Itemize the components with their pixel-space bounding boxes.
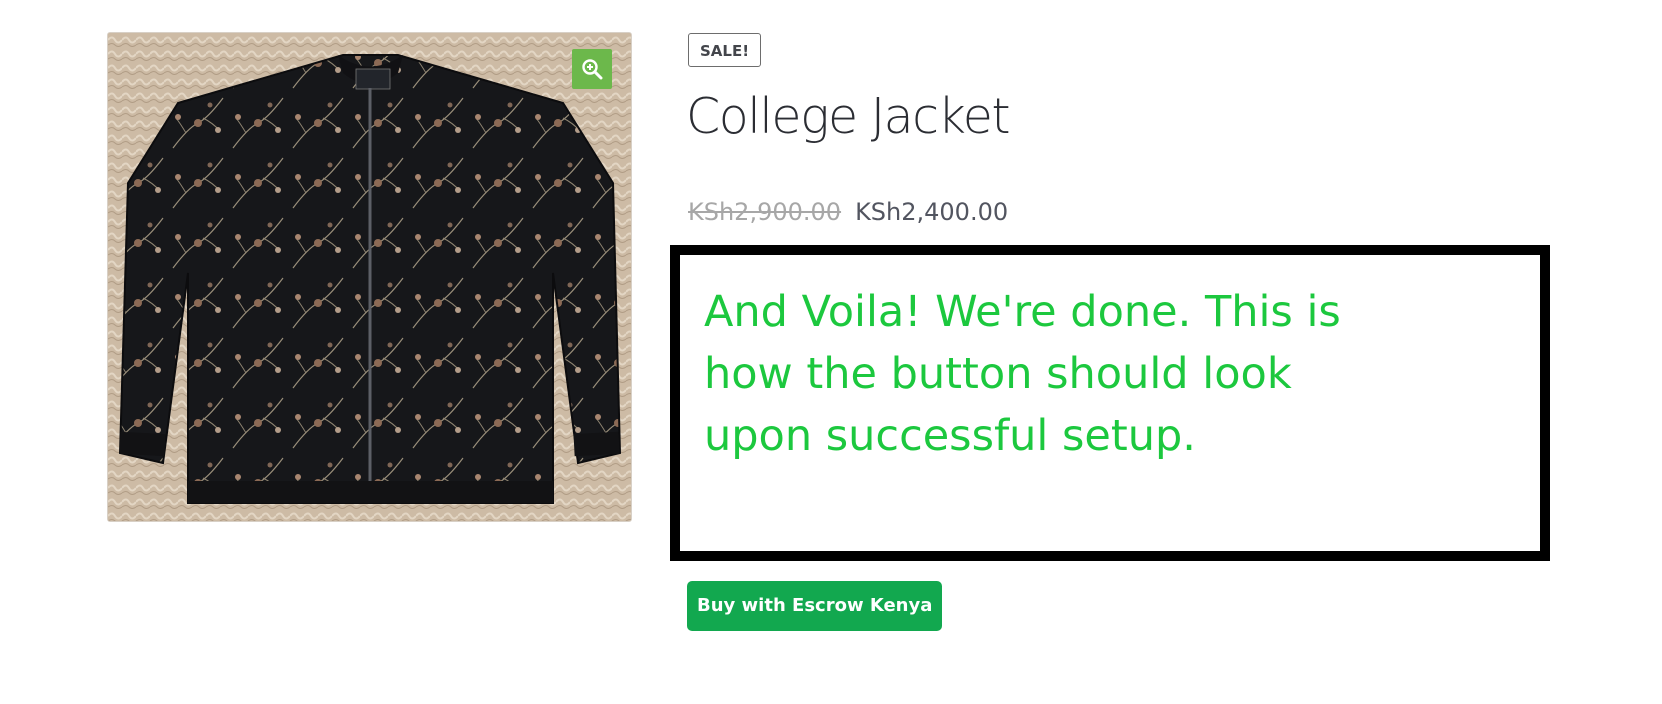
- annotation-box: And Voila! We're done. This is how the b…: [670, 245, 1550, 561]
- zoom-button[interactable]: [572, 49, 612, 89]
- zoom-in-icon: [582, 59, 603, 80]
- jacket-photo: [108, 33, 631, 521]
- sale-badge: SALE!: [688, 33, 762, 67]
- annotation-text: And Voila! We're done. This is how the b…: [704, 287, 1341, 461]
- product-page: SALE! College Jacket KSh2,900.00 KSh2,400…: [0, 0, 1662, 704]
- product-image[interactable]: [107, 32, 632, 522]
- product-price: KSh2,900.00 KSh2,400.00: [688, 198, 1008, 226]
- original-price: KSh2,900.00: [688, 198, 842, 226]
- sale-price: KSh2,400.00: [855, 198, 1009, 226]
- product-title: College Jacket: [686, 88, 1011, 145]
- buy-with-escrow-button[interactable]: Buy with Escrow Kenya: [687, 581, 943, 631]
